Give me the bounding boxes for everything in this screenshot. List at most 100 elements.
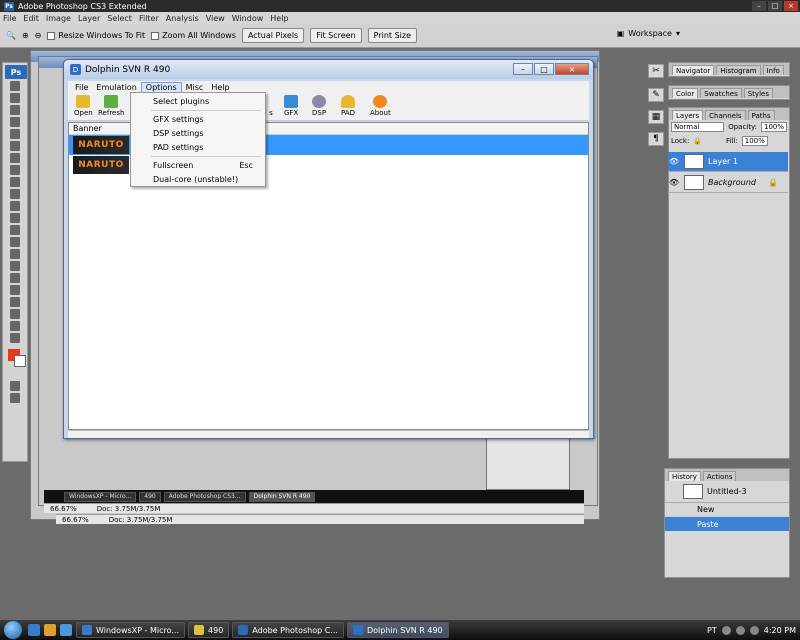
crop-tool-icon[interactable] bbox=[10, 129, 20, 139]
stamp-tool-icon[interactable] bbox=[10, 177, 20, 187]
pad-button[interactable]: PAD bbox=[341, 95, 355, 117]
ps-menu-view[interactable]: View bbox=[206, 14, 225, 23]
dolphin-close-icon[interactable]: × bbox=[555, 63, 589, 75]
history-item-paste[interactable]: Paste bbox=[665, 517, 789, 531]
lock-icon[interactable]: 🔒 bbox=[693, 137, 702, 145]
language-indicator[interactable]: PT bbox=[707, 626, 717, 635]
lasso-tool-icon[interactable] bbox=[10, 105, 20, 115]
refresh-button[interactable]: Refresh bbox=[98, 95, 124, 117]
ps-menu-image[interactable]: Image bbox=[46, 14, 71, 23]
tab-styles[interactable]: Styles bbox=[743, 88, 773, 98]
history-item-new[interactable]: New bbox=[665, 503, 789, 517]
tab-histogram[interactable]: Histogram bbox=[716, 65, 761, 75]
dolphin-menu-options[interactable]: Options bbox=[140, 81, 182, 93]
path-select-tool-icon[interactable] bbox=[10, 273, 20, 283]
quicklaunch-desktop-icon[interactable] bbox=[28, 624, 40, 636]
tab-actions[interactable]: Actions bbox=[702, 471, 737, 481]
shape-tool-icon[interactable] bbox=[10, 285, 20, 295]
slice-tool-icon[interactable] bbox=[10, 141, 20, 151]
task-photoshop[interactable]: Adobe Photoshop C... bbox=[232, 622, 344, 638]
ps-menu-help[interactable]: Help bbox=[270, 14, 288, 23]
inner-task-photoshop[interactable]: Adobe Photoshop CS3... bbox=[163, 491, 246, 502]
open-button[interactable]: Open bbox=[74, 95, 93, 117]
marquee-tool-icon[interactable] bbox=[10, 93, 20, 103]
close-icon[interactable]: × bbox=[784, 1, 798, 11]
inner-task-windowsxp[interactable]: WindowsXP - Micro... bbox=[64, 491, 137, 502]
fill-input[interactable]: 100% bbox=[741, 136, 768, 146]
maximize-icon[interactable]: □ bbox=[768, 1, 782, 11]
tab-layers[interactable]: Layers bbox=[672, 110, 704, 120]
dsp-button[interactable]: DSP bbox=[312, 95, 326, 117]
eraser-tool-icon[interactable] bbox=[10, 201, 20, 211]
menu-item-gfx-settings[interactable]: GFX settings bbox=[153, 115, 204, 124]
tab-channels[interactable]: Channels bbox=[705, 110, 746, 120]
zoom-tool-box-icon[interactable] bbox=[10, 333, 20, 343]
gfx-button[interactable]: GFX bbox=[284, 95, 298, 117]
menu-item-dsp-settings[interactable]: DSP settings bbox=[153, 129, 204, 138]
ps-menu-edit[interactable]: Edit bbox=[23, 14, 39, 23]
task-windowsxp[interactable]: WindowsXP - Micro... bbox=[76, 622, 186, 638]
blend-mode-select[interactable]: Normal bbox=[671, 122, 725, 132]
tab-navigator[interactable]: Navigator bbox=[672, 65, 715, 75]
healing-tool-icon[interactable] bbox=[10, 153, 20, 163]
dolphin-maximize-icon[interactable]: □ bbox=[534, 63, 554, 75]
tab-history[interactable]: History bbox=[668, 471, 701, 481]
eyedropper-tool-icon[interactable] bbox=[10, 309, 20, 319]
paragraph-icon[interactable]: ¶ bbox=[648, 132, 664, 146]
task-490[interactable]: 490 bbox=[188, 622, 230, 638]
tab-info[interactable]: Info bbox=[762, 65, 784, 75]
zoom-level[interactable]: 66.67% bbox=[50, 505, 77, 513]
task-dolphin[interactable]: Dolphin SVN R 490 bbox=[346, 622, 449, 638]
volume-icon[interactable] bbox=[735, 625, 745, 635]
quick-mask-icon[interactable] bbox=[10, 381, 20, 391]
eye-icon-background[interactable]: 👁 bbox=[668, 178, 680, 187]
resize-windows-option[interactable]: Resize Windows To Fit bbox=[47, 31, 145, 40]
screen-mode-icon[interactable] bbox=[10, 393, 20, 403]
dolphin-menu-file[interactable]: File bbox=[71, 83, 92, 92]
zoom-all-option[interactable]: Zoom All Windows bbox=[151, 31, 236, 40]
opacity-input[interactable]: 100% bbox=[760, 122, 787, 132]
ps-menu-file[interactable]: File bbox=[3, 14, 16, 23]
dolphin-menu-help[interactable]: Help bbox=[207, 83, 233, 92]
plugins-button[interactable]: s bbox=[264, 95, 278, 117]
actual-pixels-button[interactable]: Actual Pixels bbox=[241, 28, 305, 43]
ps-menu-window[interactable]: Window bbox=[232, 14, 264, 23]
dolphin-titlebar[interactable]: D Dolphin SVN R 490 – □ × bbox=[64, 60, 593, 79]
tab-color[interactable]: Color bbox=[672, 88, 699, 98]
eye-icon[interactable]: 👁 bbox=[668, 157, 680, 166]
quicklaunch-ie-icon[interactable] bbox=[60, 624, 72, 636]
blur-tool-icon[interactable] bbox=[10, 225, 20, 235]
dolphin-menu-misc[interactable]: Misc bbox=[182, 83, 208, 92]
about-button[interactable]: About bbox=[370, 95, 391, 117]
dodge-tool-icon[interactable] bbox=[10, 237, 20, 247]
layer-row-background[interactable]: 👁 Background 🔒 bbox=[668, 173, 788, 193]
quicklaunch-explorer-icon[interactable] bbox=[44, 624, 56, 636]
print-size-button[interactable]: Print Size bbox=[367, 28, 418, 43]
zoom-level-2[interactable]: 66.67% bbox=[62, 516, 89, 524]
network-icon[interactable] bbox=[721, 625, 731, 635]
ps-menu-select[interactable]: Select bbox=[107, 14, 132, 23]
clone-source-icon[interactable]: ▦ bbox=[648, 110, 664, 124]
zoom-in-icon[interactable]: ⊕ bbox=[22, 31, 29, 40]
menu-item-pad-settings[interactable]: PAD settings bbox=[153, 143, 203, 152]
tab-swatches[interactable]: Swatches bbox=[700, 88, 742, 98]
dolphin-minimize-icon[interactable]: – bbox=[513, 63, 533, 75]
type-tool-icon[interactable] bbox=[10, 261, 20, 271]
zoom-out-icon[interactable]: ⊖ bbox=[35, 31, 42, 40]
minimize-icon[interactable]: – bbox=[752, 1, 766, 11]
tab-paths[interactable]: Paths bbox=[747, 110, 775, 120]
pen-tool-icon[interactable] bbox=[10, 249, 20, 259]
menu-item-select-plugins[interactable]: Select plugins bbox=[153, 97, 209, 106]
magic-wand-tool-icon[interactable] bbox=[10, 117, 20, 127]
brush-tool-icon[interactable] bbox=[10, 165, 20, 175]
history-brush-tool-icon[interactable] bbox=[10, 189, 20, 199]
clock[interactable]: 4:20 PM bbox=[764, 626, 796, 635]
resize-windows-checkbox[interactable] bbox=[47, 31, 56, 40]
workspace-menu[interactable]: ▣ Workspace ▾ bbox=[617, 29, 680, 38]
history-snapshot-thumbnail[interactable] bbox=[683, 484, 703, 499]
gradient-tool-icon[interactable] bbox=[10, 213, 20, 223]
zoom-tool-icon[interactable]: 🔍 bbox=[6, 31, 16, 40]
notes-tool-icon[interactable] bbox=[10, 297, 20, 307]
ps-menu-analysis[interactable]: Analysis bbox=[166, 14, 199, 23]
ps-menu-filter[interactable]: Filter bbox=[139, 14, 159, 23]
